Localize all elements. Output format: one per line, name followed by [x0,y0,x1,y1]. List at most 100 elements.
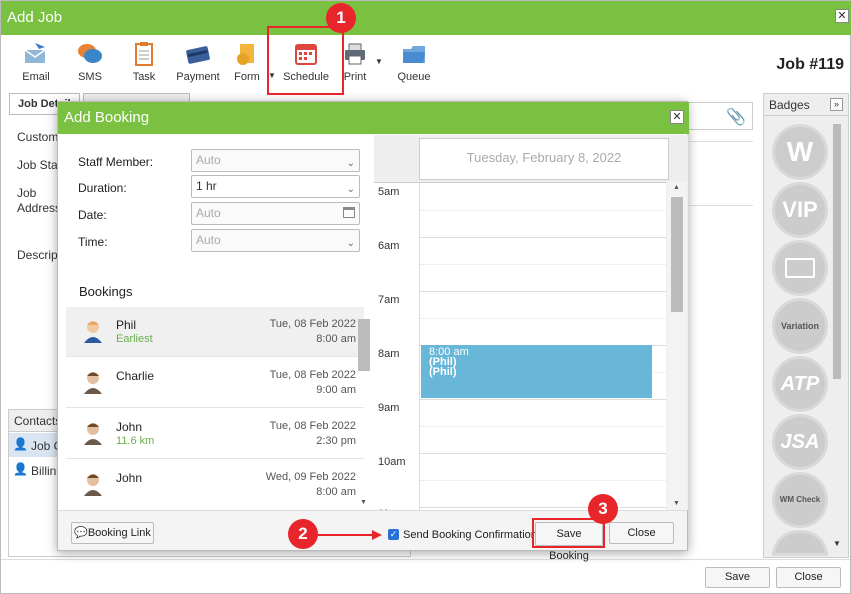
toolbar-payment-button[interactable]: Payment [172,39,224,87]
contact-person-icon: 👤 [13,437,28,451]
footer-divider [1,559,850,560]
scroll-down-icon[interactable]: ▼ [673,500,680,507]
calendar-scrollbar-thumb[interactable] [671,197,683,312]
attachment-field[interactable]: 📎 [689,102,753,130]
toolbar-queue-button[interactable]: Queue [388,39,440,87]
staff-avatar-icon [82,319,104,343]
send-confirmation-checkbox[interactable]: ✓ [388,529,399,540]
staff-member-value: Auto [196,153,221,167]
booking-item[interactable]: John 11.6 km Tue, 08 Feb 2022 2:30 pm [66,409,364,459]
booking-link-label: Booking Link [87,527,151,539]
toolbar-sms-button[interactable]: SMS [64,39,116,87]
badge-w[interactable]: W [772,124,828,180]
print-icon [342,41,368,67]
save-button[interactable]: Save [705,567,770,588]
booking-link-button[interactable]: 💬Booking Link [71,522,154,544]
field-divider [689,205,753,206]
toolbar-form-button[interactable]: Form [221,39,273,87]
booking-item[interactable]: Charlie Tue, 08 Feb 2022 9:00 am [66,358,364,408]
scroll-down-icon[interactable]: ▼ [360,499,367,506]
booking-name: John [116,420,143,434]
print-dropdown-icon[interactable]: ▼ [375,57,383,66]
staff-avatar-icon [82,421,104,445]
calendar-scrollbar-track[interactable]: ▲ ▼ [667,182,687,510]
booking-time: 8:00 am [316,333,356,345]
payment-icon [185,41,211,67]
paperclip-icon[interactable]: 📎 [726,107,746,127]
booking-date: Tue, 08 Feb 2022 [269,420,356,432]
badge-wm-check[interactable]: WM Check [772,472,828,528]
toolbar-label: Payment [176,71,220,83]
toolbar-label: Form [234,71,260,83]
booking-name: Phil [116,318,137,332]
badges-scrollbar[interactable] [833,124,841,379]
calendar-icon[interactable] [343,207,355,218]
toolbar-task-button[interactable]: Task [118,39,170,87]
hour-label: 5am [378,186,400,198]
hour-label: 10am [378,456,406,468]
bookings-scrollbar[interactable] [358,319,370,371]
badge-card[interactable] [772,240,828,296]
booking-name: John [116,471,143,485]
window-close-icon[interactable]: ✕ [835,9,849,23]
toolbar-label: Email [22,71,50,83]
callout-3: 3 [588,494,618,524]
card-icon [785,258,815,278]
hour-label: 7am [378,294,400,306]
date-label: Date: [78,208,107,222]
calendar-event[interactable]: 8:00 am (Phil) (Phil) [421,345,652,398]
job-number: Job #119 [776,56,844,73]
date-input[interactable]: Auto [191,202,360,225]
half-hour-line [420,426,666,427]
dialog-close-icon[interactable]: ✕ [670,110,684,124]
date-value: Auto [196,206,221,220]
duration-value: 1 hr [196,179,217,193]
badge-atp[interactable]: ATP [772,356,828,412]
time-value: Auto [196,233,221,247]
callout-arrow-head [372,530,382,540]
close-button[interactable]: Close [776,567,841,588]
hour-line [420,399,666,400]
booking-item[interactable]: Phil Earliest Tue, 08 Feb 2022 8:00 am [66,307,364,357]
toolbar-label: Task [132,71,156,83]
time-select[interactable]: Auto ⌄ [191,229,360,252]
booking-sub: 11.6 km [116,435,155,447]
badges-panel: Badges » W VIP Variation ATP JSA WM Chec… [763,93,849,558]
hour-line [420,291,666,292]
chevron-down-icon: ⌄ [346,184,355,195]
booking-time: 8:00 am [316,486,356,498]
description-label: Descript [17,248,62,262]
badge-jsa[interactable]: JSA [772,414,828,470]
badge-partial[interactable] [772,530,828,556]
hour-line [420,453,666,454]
toolbar-email-button[interactable]: Email [10,39,62,87]
booking-name: Charlie [116,369,155,383]
dialog-close-button[interactable]: Close [609,522,674,544]
contact-person-icon: 👤 [13,462,28,476]
calendar-panel: Tuesday, February 8, 2022 5am 6am 7am 8a… [374,135,688,510]
booking-item[interactable]: John Wed, 09 Feb 2022 8:00 am [66,460,364,508]
badge-vip[interactable]: VIP [772,182,828,238]
badge-variation[interactable]: Variation [772,298,828,354]
window-title: Add Job [1,1,851,35]
scroll-down-icon[interactable]: ▼ [833,539,841,548]
add-booking-dialog: Add Booking ✕ Staff Member: Auto ⌄ Durat… [57,101,689,562]
staff-member-select[interactable]: Auto ⌄ [191,149,360,172]
callout-1: 1 [326,3,356,33]
collapse-icon[interactable]: » [830,98,843,111]
callout-arrow-line [318,534,374,536]
dialog-title: Add Booking [58,102,689,134]
calendar-date-header: Tuesday, February 8, 2022 [419,138,669,180]
hour-label: 8am [378,348,400,360]
half-hour-line [420,210,666,211]
duration-label: Duration: [78,181,127,195]
toolbar-label: Queue [397,71,431,83]
duration-select[interactable]: 1 hr ⌄ [191,175,360,198]
booking-date: Tue, 08 Feb 2022 [269,369,356,381]
bookings-header: Bookings [79,284,133,299]
time-label: Time: [78,235,108,249]
chevron-down-icon: ⌄ [346,158,355,169]
calendar-grid[interactable]: 5am 6am 7am 8am 9am 10am 11am 8:00 am (P… [374,182,666,510]
hour-label: 9am [378,402,400,414]
scroll-up-icon[interactable]: ▲ [673,184,680,191]
